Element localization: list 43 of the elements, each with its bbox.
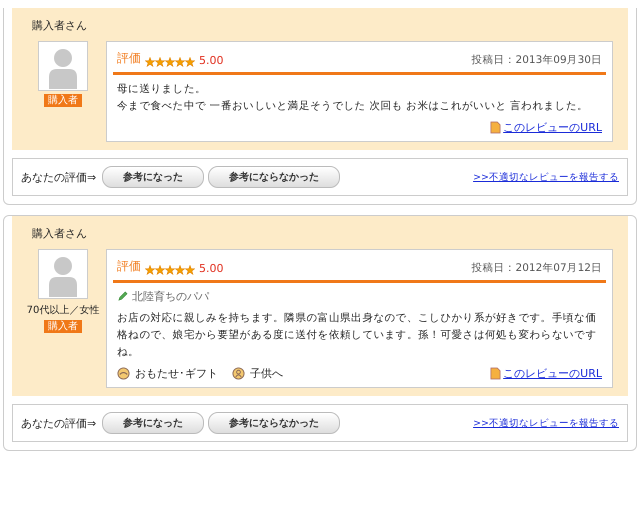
review-text: 母に送りました。 [117,82,208,97]
star-icon [165,57,175,67]
avatar-icon [38,41,88,91]
person-icon [232,366,245,380]
your-rating-label: あなたの評価⇒ [21,416,96,430]
star-icon [185,57,195,67]
helpful-vote-button[interactable]: 参考にならなかった [208,412,340,434]
star-icon [145,265,155,275]
helpful-vote-button[interactable]: 参考になった [102,412,204,434]
post-date: 投稿日：2013年09月30日 [472,53,602,67]
report-review-link[interactable]: >>不適切なレビューを報告する [473,170,619,184]
rating-score: 5.00 [199,262,224,275]
reviewer-name: 購入者さん [32,18,88,33]
reviewer-nickname: 北陸育ちのパパ [132,289,209,304]
avatar-icon [38,249,88,299]
post-date: 投稿日：2012年07月12日 [472,261,602,275]
star-icon [185,265,195,275]
document-icon [490,120,502,134]
rating-label: 評価 [117,258,141,275]
buyer-badge: 購入者 [44,94,82,107]
star-icon [155,57,165,67]
review-text: お店の対応に親しみを持ちます。隣県の富山県出身なので、こしひかり系が好きです。手頃な価格ねので、娘宅から要望がある度に送付を依頼しています。孫！可愛さは何処も変わらないですね。 [117,311,598,360]
star-icon [145,57,155,67]
reviewer-profile: 70代以上／女性 [26,304,100,317]
helpful-vote-button[interactable]: 参考にならなかった [208,166,340,188]
tag-label: おもたせ･ギフト [135,366,218,380]
helpful-vote-button[interactable]: 参考になった [102,166,204,188]
star-icon [165,265,175,275]
review-text: 今まで食べた中で 一番おいしいと満足そうでした 次回も お米はこれがいいと 言われました。 [117,99,590,114]
review-url-link[interactable]: このレビューのURL [503,366,602,380]
rating-label: 評価 [117,50,141,67]
tag-label: 子供へ [250,366,283,380]
star-icon [175,265,185,275]
pencil-icon [117,291,128,302]
rating-score: 5.00 [199,54,224,67]
reviewer-name: 購入者さん [32,226,88,241]
document-icon [490,366,502,380]
buyer-badge: 購入者 [44,320,82,333]
your-rating-label: あなたの評価⇒ [21,170,96,184]
star-icon [155,265,165,275]
review-url-link[interactable]: このレビューのURL [503,120,602,134]
star-icon [175,57,185,67]
report-review-link[interactable]: >>不適切なレビューを報告する [473,416,619,430]
